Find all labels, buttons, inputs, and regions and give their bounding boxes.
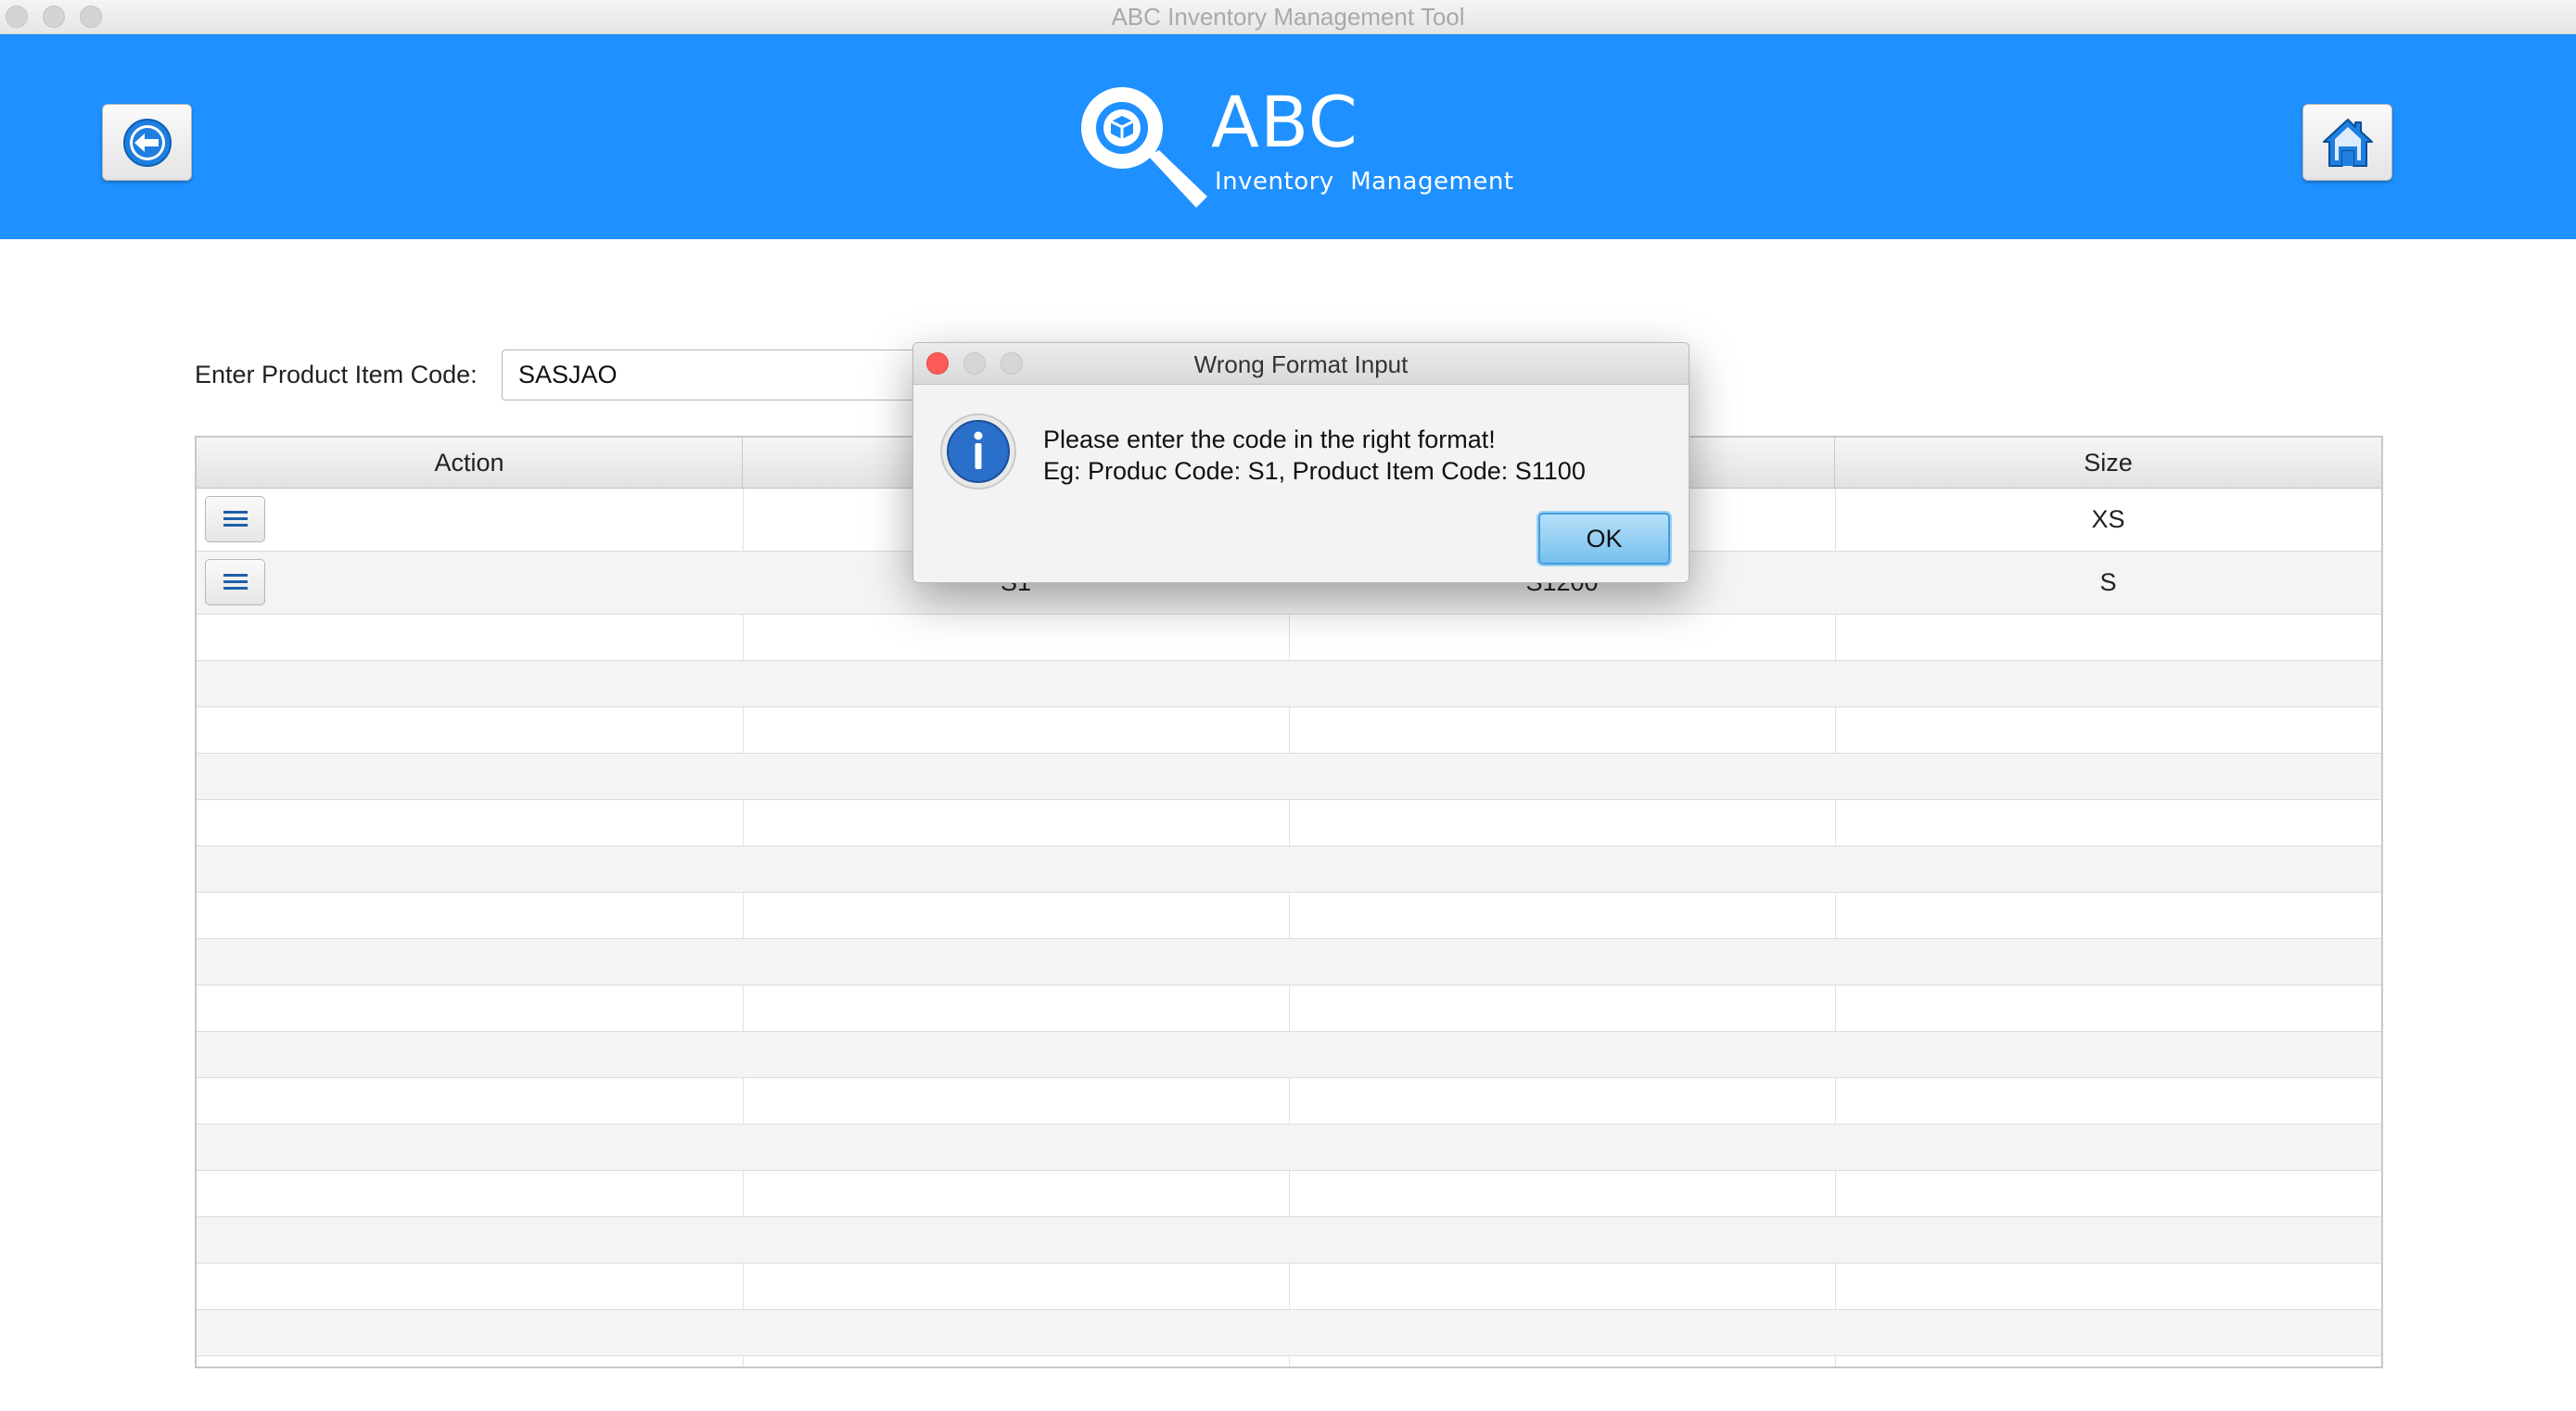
dialog-title: Wrong Format Input <box>1193 350 1409 378</box>
table-row-empty <box>197 1310 2381 1356</box>
table-row-empty <box>197 1032 2381 1078</box>
table-row-empty <box>197 846 2381 893</box>
wrong-format-dialog: Wrong Format Input Please enter the code… <box>912 342 1690 583</box>
menu-lines-icon <box>223 511 248 527</box>
row-action-button[interactable] <box>205 559 265 605</box>
menu-lines-icon <box>223 574 248 590</box>
table-row-empty <box>197 615 2381 661</box>
magnifier-logo-icon <box>1076 85 1215 210</box>
cell-size: XS <box>2091 505 2125 533</box>
home-icon <box>2322 118 2373 167</box>
column-header-action[interactable]: Action <box>197 438 743 489</box>
app-window: ABC Inventory Management Tool ABC Invent… <box>0 0 2576 1411</box>
dialog-message: Please enter the code in the right forma… <box>1043 426 1496 453</box>
table-row-empty <box>197 707 2381 754</box>
column-header-size[interactable]: Size <box>1835 438 2381 489</box>
cell-size: S <box>2099 568 2117 596</box>
table-row-empty <box>197 1171 2381 1217</box>
table-row-empty <box>197 1264 2381 1310</box>
back-arrow-icon <box>122 118 172 167</box>
info-icon <box>939 413 1017 490</box>
table-row-empty <box>197 754 2381 800</box>
window-titlebar: ABC Inventory Management Tool <box>0 0 2576 34</box>
table-row-empty <box>197 939 2381 985</box>
table-row-empty <box>197 1078 2381 1125</box>
table-row-empty <box>197 800 2381 846</box>
table-row-empty <box>197 1125 2381 1171</box>
window-title: ABC Inventory Management Tool <box>1111 3 1465 31</box>
ok-button[interactable]: OK <box>1538 513 1670 565</box>
table-row-empty <box>197 1217 2381 1264</box>
back-button[interactable] <box>102 104 192 181</box>
product-item-code-label: Enter Product Item Code: <box>195 361 478 388</box>
dialog-titlebar: Wrong Format Input <box>913 343 1689 385</box>
brand-name: ABC <box>1211 81 1358 163</box>
row-action-button[interactable] <box>205 496 265 542</box>
dialog-example: Eg: Produc Code: S1, Product Item Code: … <box>1043 457 1586 485</box>
table-row-empty <box>197 893 2381 939</box>
table-row-empty <box>197 985 2381 1032</box>
app-header: ABC Inventory Management <box>0 34 2576 239</box>
table-row-empty <box>197 661 2381 707</box>
brand-subtitle: Inventory Management <box>1215 168 1514 196</box>
home-button[interactable] <box>2302 104 2392 181</box>
